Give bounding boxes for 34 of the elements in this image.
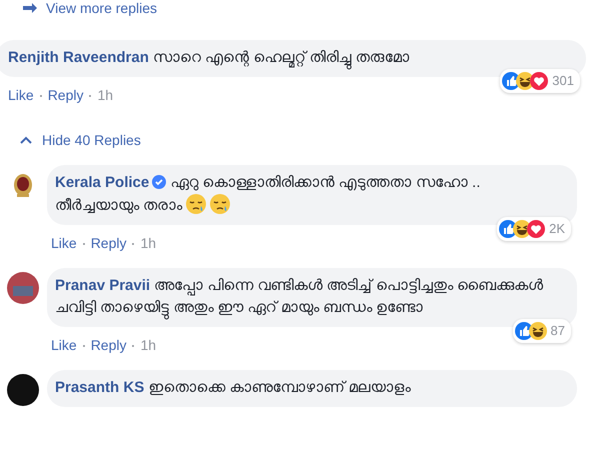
comment-text: Renjith Raveendran സാറെ എന്റെ ഹെല്മറ്റ് തിരിച്ചു തരുമോ: [8, 47, 574, 69]
separator-dot: [132, 242, 134, 244]
crying-face-icon: [210, 194, 230, 214]
timestamp: 1h: [97, 86, 114, 105]
action-link[interactable]: Reply: [48, 85, 84, 106]
comment-text: Pranav Pravii അപ്പോ പിന്നെ വണ്ടികൾ അടിച്ച് പൊട്ടിച്ചതും ബൈക്കുകൾ ചവിട്ടി താഴെയിട്ടു അതും ഈ ഏറ് മായും ബന്ധം ഉണ്ടോ: [55, 275, 565, 319]
profile-picture: [7, 374, 39, 406]
reactions-summary[interactable]: 87: [512, 319, 571, 343]
action-link[interactable]: Like: [51, 233, 77, 254]
timestamp: 1h: [140, 234, 156, 253]
separator-dot: [40, 94, 42, 96]
hide-replies-link[interactable]: Hide 40 Replies: [42, 130, 141, 151]
crying-face-icon: [186, 194, 206, 214]
author-name-link[interactable]: Renjith Raveendran: [8, 49, 149, 66]
reply-arrow-icon: [22, 2, 38, 14]
comment-text: Kerala Police ഏറു കൊള്ളാതിരിക്കാൻ എടുത്തതാ സഹോ .. തീർച്ചയായും തരാം: [55, 173, 482, 216]
separator-dot: [89, 94, 92, 96]
action-link[interactable]: Like: [8, 85, 34, 106]
action-link[interactable]: Reply: [90, 233, 126, 254]
author-name-link[interactable]: Prasanth KS: [55, 379, 144, 396]
separator-dot: [132, 344, 134, 346]
view-more-replies-link[interactable]: View more replies: [46, 0, 158, 16]
action-link[interactable]: Reply: [90, 335, 126, 356]
separator-dot: [82, 242, 85, 244]
action-link[interactable]: Like: [51, 335, 77, 356]
author-name-link[interactable]: Kerala Police: [55, 174, 150, 191]
comment-text: Prasanth KS ഇതൊക്കെ കാണുമ്പോഴാണ് മലയാളം: [55, 378, 412, 398]
separator-dot: [82, 344, 85, 346]
laughing-face-icon: [528, 322, 547, 340]
profile-photo: [7, 272, 39, 304]
timestamp: 1h: [140, 336, 156, 355]
reactions-summary[interactable]: 2K: [497, 217, 571, 241]
reactions-summary[interactable]: 301: [500, 69, 580, 93]
author-name-link[interactable]: Pranav Pravii: [55, 277, 150, 294]
